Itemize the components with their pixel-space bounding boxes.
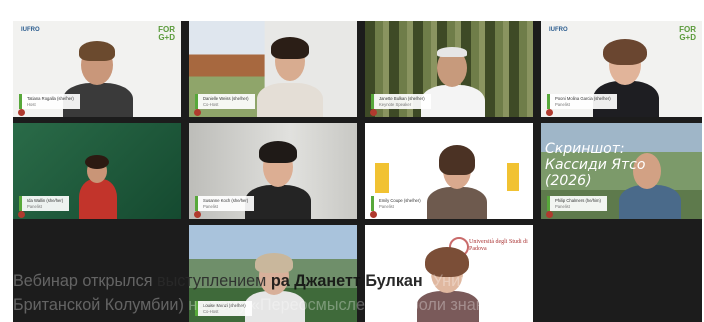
caption-segment: Вебинар открылся [13, 272, 157, 290]
participant-hair [259, 141, 297, 163]
caption-line-2: Британской Колумбии) на тему «Переосмысл… [13, 296, 516, 314]
video-tile[interactable]: Janette Bulkan (she/her) Keynote Speaker [365, 21, 533, 117]
participant-name-bar: Danielle Weiss (she/her) Co-Host [195, 94, 255, 109]
forgd-logo: FOR G+D [158, 25, 175, 42]
video-tile[interactable]: Ida Wallin (she/her) Panelist [13, 123, 181, 219]
participant-role: Panelist [379, 203, 394, 209]
video-tile[interactable]: Emily Coupe (she/her) Panelist [365, 123, 533, 219]
participant-role: Co-Host [203, 101, 219, 107]
caption-segment: (Университет [422, 272, 527, 290]
caption-bold-name: ра Джанетт Булкан [270, 272, 423, 290]
screenshot-watermark: Скриншот: Кассиди Ятсо (2026) [545, 141, 646, 189]
article-caption: Вебинар открылся выступлением ра Джанетт… [13, 269, 702, 317]
participant-name-bar: Tatiana Rogalla (she/her) Host [19, 94, 80, 109]
participant-figure [79, 179, 117, 219]
iufro-logo: IUFRO [549, 27, 568, 33]
participant-hair [603, 39, 647, 65]
mic-muted-icon[interactable] [194, 211, 201, 218]
mic-muted-icon[interactable] [194, 109, 201, 116]
participant-hair [437, 47, 467, 57]
participant-name-bar: Susanne Koch (she/her) Panelist [195, 196, 255, 211]
mic-muted-icon[interactable] [370, 109, 377, 116]
mic-muted-icon[interactable] [18, 109, 25, 116]
participant-figure [619, 185, 681, 219]
video-tile[interactable]: Susanne Koch (she/her) Panelist [189, 123, 357, 219]
participant-hair [439, 145, 475, 175]
mic-muted-icon[interactable] [18, 211, 25, 218]
participant-role: Panelist [555, 101, 570, 107]
iufro-logo: IUFRO [21, 27, 40, 33]
mic-muted-icon[interactable] [546, 109, 553, 116]
video-tile[interactable]: IUFRO FOR G+D Pooni Molina Garcia (she/h… [541, 21, 702, 117]
caption-text: Вебинар открылся выступлением ра Джанетт… [13, 272, 527, 290]
forgd-logo: FOR G+D [679, 25, 696, 42]
participant-figure [427, 187, 487, 219]
mic-muted-icon[interactable] [546, 211, 553, 218]
caption-segment: выступлением [156, 272, 271, 290]
participant-figure [257, 83, 323, 117]
screenshot-stage: IUFRO FOR G+D Tatiana Rogalla (she/her) … [0, 0, 704, 322]
participant-name-bar: Janette Bulkan (she/her) Keynote Speaker [371, 94, 431, 109]
participant-role: Host [27, 101, 36, 107]
participant-hair [85, 155, 109, 169]
participant-name-bar: Pooni Molina Garcia (she/her) Panelist [547, 94, 617, 109]
video-tile[interactable]: Danielle Weiss (she/her) Co-Host [189, 21, 357, 117]
participant-hair [79, 41, 115, 61]
participant-name-bar: Philip Chalmers (he/him) Panelist [547, 196, 607, 211]
participant-role: Panelist [203, 203, 218, 209]
participant-hair [271, 37, 309, 59]
video-tile[interactable]: IUFRO FOR G+D Tatiana Rogalla (she/her) … [13, 21, 181, 117]
yellow-logo-icon [507, 163, 519, 191]
participant-role: Keynote Speaker [379, 101, 412, 107]
participant-role: Panelist [27, 203, 42, 209]
university-logo-text: Università degli Studi di Padova [469, 239, 528, 252]
mic-muted-icon[interactable] [370, 211, 377, 218]
participant-name-bar: Emily Coupe (she/her) Panelist [371, 196, 427, 211]
participant-figure [245, 185, 311, 219]
participant-role: Panelist [555, 203, 570, 209]
participant-name-bar: Ida Wallin (she/her) Panelist [19, 196, 70, 211]
yellow-logo-icon [375, 163, 389, 193]
